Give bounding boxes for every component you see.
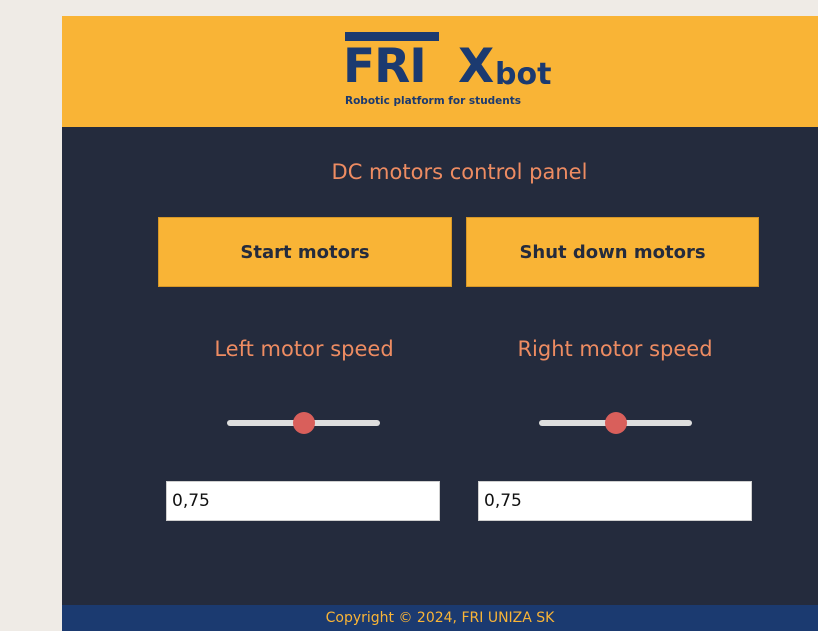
slider-thumb[interactable] — [605, 412, 627, 434]
logo-bot-text: bot — [495, 57, 552, 92]
panel-title: DC motors control panel — [331, 160, 588, 184]
shutdown-motors-button[interactable]: Shut down motors — [466, 217, 759, 287]
right-motor-slider[interactable] — [539, 412, 692, 434]
footer-copyright: Copyright © 2024, FRI UNIZA SK — [62, 605, 818, 631]
app-page: FRI X bot Robotic platform for students … — [62, 16, 818, 631]
logo-x-text: X — [458, 39, 495, 94]
left-motor-slider[interactable] — [227, 412, 380, 434]
left-motor-label: Left motor speed — [214, 337, 394, 361]
logo-fri-text: FRI — [343, 39, 427, 94]
header: FRI X bot Robotic platform for students — [62, 16, 818, 127]
start-motors-button[interactable]: Start motors — [158, 217, 452, 287]
fri-xbot-logo: FRI X bot Robotic platform for students — [343, 32, 575, 116]
logo-tagline: Robotic platform for students — [345, 95, 522, 107]
right-motor-label: Right motor speed — [517, 337, 713, 361]
right-motor-speed-input[interactable] — [478, 481, 752, 521]
left-motor-speed-input[interactable] — [166, 481, 440, 521]
slider-thumb[interactable] — [293, 412, 315, 434]
